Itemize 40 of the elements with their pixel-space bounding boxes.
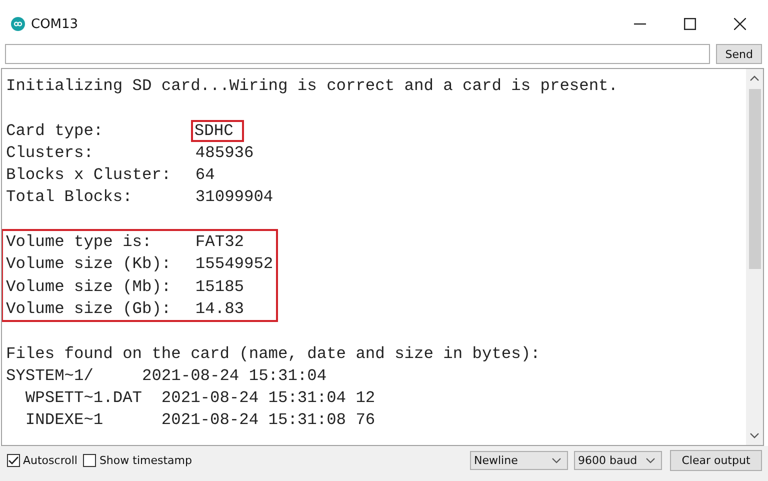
- field-label: Volume size (Kb):: [6, 254, 172, 276]
- field-value: 15185: [195, 278, 244, 296]
- window-title: COM13: [31, 16, 78, 32]
- show-timestamp-label: Show timestamp: [99, 454, 192, 467]
- field-value: 64: [195, 166, 215, 184]
- message-input-field[interactable]: [5, 44, 710, 64]
- send-button[interactable]: Send: [716, 44, 762, 64]
- field-label: Volume size (Gb):: [6, 298, 172, 320]
- close-icon[interactable]: [734, 18, 746, 30]
- app-logo-icon: [11, 17, 25, 31]
- field-value: FAT32: [195, 233, 244, 252]
- scrollbar-thumb[interactable]: [748, 89, 760, 269]
- caret-icon: [646, 458, 655, 464]
- field-label: Card type:: [6, 120, 104, 142]
- baud-rate-dropdown[interactable]: 9600 baud: [574, 451, 662, 470]
- field-label: Volume type is:: [6, 232, 153, 254]
- field-label: Total Blocks:: [6, 187, 134, 208]
- field-label: Clusters:: [6, 142, 94, 164]
- autoscroll-checkbox[interactable]: [7, 454, 20, 467]
- output-line: SYSTEM~1/ 2021-08-24 15:31:04: [6, 366, 327, 385]
- show-timestamp-checkbox[interactable]: [83, 454, 96, 467]
- scroll-up-icon[interactable]: [750, 75, 759, 81]
- field-label: Volume size (Mb):: [6, 276, 172, 298]
- maximize-icon[interactable]: [684, 18, 696, 30]
- clear-output-button[interactable]: Clear output: [670, 450, 762, 471]
- caret-icon: [552, 458, 561, 464]
- output-line: WPSETT~1.DAT 2021-08-24 15:31:04 12: [24, 389, 376, 408]
- line-ending-dropdown[interactable]: Newline: [470, 451, 568, 470]
- autoscroll-label: Autoscroll: [23, 454, 78, 467]
- scroll-down-icon[interactable]: [750, 433, 759, 439]
- field-value: 15549952: [195, 255, 274, 274]
- field-value: 485936: [195, 144, 254, 162]
- field-value: 14.83: [195, 300, 244, 318]
- field-label: Blocks x Cluster:: [6, 165, 172, 186]
- field-value: SDHC: [193, 122, 242, 140]
- field-value: 31099904: [195, 188, 274, 206]
- output-line: Initializing SD card...Wiring is correct and a card is present.: [6, 77, 618, 95]
- output-line: INDEXE~1 2021-08-24 15:31:08 76: [24, 411, 376, 430]
- scrollbar[interactable]: [746, 69, 763, 445]
- output-line: Files found on the card (name, date and size in bytes):: [6, 344, 540, 363]
